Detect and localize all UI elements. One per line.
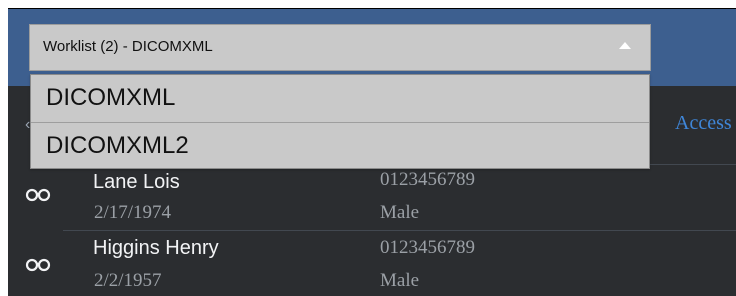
patient-sex: Male (380, 270, 420, 291)
dropdown-option-dicomxml2[interactable]: DICOMXML2 (31, 122, 649, 169)
dropdown-option-label: DICOMXML2 (46, 132, 189, 159)
table-row[interactable]: Lane Lois 2/17/1974 0123456789 Male (8, 164, 736, 230)
worklist-dropdown-menu: DICOMXML DICOMXML2 (30, 74, 650, 169)
patient-id: 0123456789 (380, 169, 475, 190)
dropdown-option-label: DICOMXML (46, 84, 176, 111)
worklist-select-label: Worklist (2) - DICOMXML (43, 38, 213, 55)
worklist-app: ‹ Access Lane Lois 2/17/1974 0123456789 … (8, 8, 736, 296)
patient-sex: Male (380, 202, 420, 223)
worklist-select[interactable]: Worklist (2) - DICOMXML (29, 24, 651, 71)
patient-dob: 2/17/1974 (94, 202, 172, 223)
patient-dob: 2/2/1957 (94, 270, 162, 291)
patient-name: Lane Lois (93, 171, 180, 193)
patient-id: 0123456789 (380, 237, 475, 258)
dropdown-option-dicomxml[interactable]: DICOMXML (31, 75, 649, 121)
row-divider (63, 230, 736, 231)
table-row[interactable]: Higgins Henry 2/2/1957 0123456789 Male (8, 230, 736, 296)
glasses-icon (25, 258, 51, 272)
accession-column-header[interactable]: Access (675, 112, 732, 135)
glasses-icon (25, 188, 51, 202)
caret-up-icon (619, 42, 631, 49)
patient-name: Higgins Henry (93, 237, 219, 259)
